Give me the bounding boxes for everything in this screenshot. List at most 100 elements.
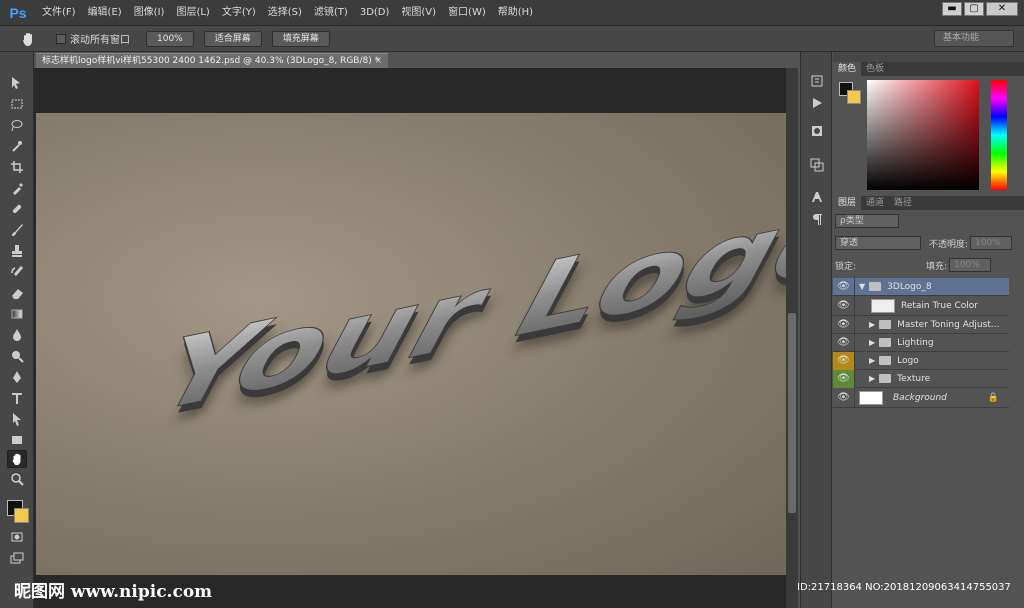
blend-mode-select[interactable]: 穿透 — [835, 236, 921, 250]
move-tool-icon[interactable] — [7, 74, 27, 92]
tab-layers[interactable]: 图层 — [833, 196, 862, 210]
menu-edit[interactable]: 编辑(E) — [82, 0, 128, 26]
hand-tool-icon[interactable] — [7, 450, 27, 468]
hue-slider[interactable] — [991, 80, 1007, 190]
group-collapsed-icon[interactable]: ▶ — [869, 320, 875, 329]
hand-icon[interactable] — [14, 29, 42, 49]
lock-label: 锁定: — [835, 261, 857, 272]
document-tab[interactable]: 标志样机logo样机vi样机55300 2400 1462.psd @ 40.3… — [36, 53, 388, 68]
menu-3d[interactable]: 3D(D) — [354, 0, 396, 26]
screen-mode-icon[interactable] — [7, 549, 27, 567]
menu-help[interactable]: 帮助(H) — [492, 0, 539, 26]
group-collapsed-icon[interactable]: ▶ — [869, 374, 875, 383]
quick-mask-icon[interactable] — [7, 528, 27, 546]
fit-screen-button[interactable]: 适合屏幕 — [203, 30, 262, 47]
marquee-tool-icon[interactable] — [7, 95, 27, 113]
history-brush-tool-icon[interactable] — [7, 263, 27, 281]
workspace-select[interactable]: 基本功能 — [934, 30, 1014, 47]
character-icon[interactable] — [809, 190, 825, 204]
scrollbar-thumb[interactable] — [788, 313, 796, 513]
quick-select-tool-icon[interactable] — [7, 137, 27, 155]
scroll-all-checkbox[interactable] — [56, 33, 66, 44]
fill-screen-button[interactable]: 填充屏幕 — [271, 30, 330, 47]
path-selection-tool-icon[interactable] — [7, 410, 27, 428]
type-tool-icon[interactable] — [7, 389, 27, 407]
opacity-label: 不透明度: — [929, 239, 969, 250]
layer-row[interactable]: 👁 ▶ Lighting — [833, 333, 1009, 352]
visibility-eye-icon[interactable]: 👁 — [833, 351, 855, 370]
tab-color[interactable]: 颜色 — [833, 62, 862, 76]
tab-paths[interactable]: 路径 — [889, 196, 917, 210]
watermark-id: ID:21718364 NO:20181209063414755037 — [797, 582, 1011, 593]
clone-stamp-tool-icon[interactable] — [7, 242, 27, 260]
panel-icon-column — [800, 52, 832, 608]
menu-type[interactable]: 文字(Y) — [216, 0, 262, 26]
vertical-scrollbar[interactable] — [786, 68, 798, 608]
layers-panel-tabs: 图层 通道 路径 — [833, 196, 1024, 210]
panel-background-swatch[interactable] — [847, 90, 861, 104]
folder-icon — [879, 356, 892, 365]
crop-tool-icon[interactable] — [7, 158, 27, 176]
gradient-tool-icon[interactable] — [7, 305, 27, 323]
layer-filter-select[interactable]: ρ类型 — [835, 214, 899, 228]
group-collapsed-icon[interactable]: ▶ — [869, 338, 875, 347]
zoom-100-button[interactable]: 100% — [146, 30, 194, 47]
menu-window[interactable]: 窗口(W) — [442, 0, 492, 26]
color-picker-field[interactable] — [867, 80, 979, 190]
tab-channels[interactable]: 通道 — [861, 196, 889, 210]
layer-row[interactable]: 👁 Background 🔒 — [833, 387, 1009, 408]
eraser-tool-icon[interactable] — [7, 284, 27, 302]
blur-tool-icon[interactable] — [7, 326, 27, 344]
smart-object-thumbnail-icon — [871, 298, 895, 313]
menu-file[interactable]: 文件(F) — [36, 0, 82, 26]
visibility-eye-icon[interactable]: 👁 — [833, 277, 855, 296]
minimize-button[interactable]: ▬ — [942, 2, 962, 16]
close-tab-icon[interactable]: × — [374, 54, 382, 68]
layer-row[interactable]: 👁 ▶ Logo — [833, 351, 1009, 370]
clone-source-icon[interactable] — [809, 158, 825, 172]
paragraph-icon[interactable] — [809, 212, 825, 226]
tab-swatches[interactable]: 色板 — [861, 62, 889, 76]
menu-image[interactable]: 图像(I) — [128, 0, 171, 26]
brush-tool-icon[interactable] — [7, 221, 27, 239]
pen-tool-icon[interactable] — [7, 368, 27, 386]
actions-icon[interactable] — [809, 96, 825, 110]
eyedropper-tool-icon[interactable] — [7, 179, 27, 197]
visibility-eye-icon[interactable]: 👁 — [833, 295, 855, 316]
adjustments-icon[interactable] — [809, 124, 825, 138]
zoom-tool-icon[interactable] — [7, 470, 27, 488]
group-collapsed-icon[interactable]: ▶ — [869, 356, 875, 365]
group-open-icon[interactable]: ▼ — [859, 282, 865, 291]
visibility-eye-icon[interactable]: 👁 — [833, 387, 855, 408]
menu-filter[interactable]: 滤镜(T) — [308, 0, 354, 26]
close-button[interactable]: ✕ — [986, 2, 1018, 16]
fill-field[interactable]: 100% — [949, 258, 992, 272]
lock-icon: 🔒 — [987, 392, 999, 403]
tools-panel — [0, 52, 34, 608]
layer-row[interactable]: 👁 ▶ Texture — [833, 369, 1009, 388]
lasso-tool-icon[interactable] — [7, 116, 27, 134]
layer-row[interactable]: 👁 Retain True Color — [833, 295, 1009, 316]
menu-layer[interactable]: 图层(L) — [170, 0, 215, 26]
restore-button[interactable]: ▢ — [964, 2, 984, 16]
history-icon[interactable] — [809, 74, 825, 88]
document-canvas[interactable]: Your Logo Your Logo Your Logo — [36, 113, 786, 575]
opacity-field[interactable]: 100% — [970, 236, 1013, 250]
dodge-tool-icon[interactable] — [7, 347, 27, 365]
background-color-swatch[interactable] — [14, 508, 29, 523]
layer-name: Background — [893, 392, 947, 403]
healing-brush-tool-icon[interactable] — [7, 200, 27, 218]
visibility-eye-icon[interactable]: 👁 — [833, 333, 855, 352]
layer-row[interactable]: 👁 ▼ 3DLogo_8 — [833, 277, 1009, 296]
layer-row[interactable]: 👁 ▶ Master Toning Adjust... — [833, 315, 1009, 334]
layer-name: 3DLogo_8 — [887, 281, 932, 292]
folder-icon — [869, 282, 882, 291]
fill-label: 填充: — [926, 261, 948, 272]
menu-select[interactable]: 选择(S) — [262, 0, 308, 26]
color-panel-tabs: 颜色 色板 — [833, 62, 1024, 76]
menu-view[interactable]: 视图(V) — [395, 0, 442, 26]
folder-icon — [879, 374, 892, 383]
visibility-eye-icon[interactable]: 👁 — [833, 369, 855, 388]
visibility-eye-icon[interactable]: 👁 — [833, 315, 855, 334]
rectangle-tool-icon[interactable] — [7, 431, 27, 449]
